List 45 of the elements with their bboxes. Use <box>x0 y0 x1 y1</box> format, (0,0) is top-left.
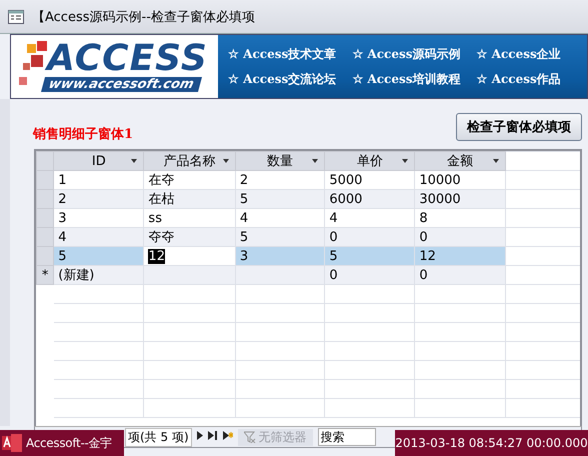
timestamp-badge: 2013-03-18 08:54:27 00:00.000 <box>395 430 588 456</box>
banner-link[interactable]: ☆ Access源码示例 <box>352 46 460 62</box>
last-record-icon[interactable] <box>208 431 218 443</box>
subform-label: 销售明细子窗体1 <box>33 126 134 143</box>
banner-link[interactable]: ☆ Access作品 <box>476 70 561 88</box>
banner-link[interactable]: ☆ Access技术文章 <box>228 46 336 62</box>
new-record-marker: * <box>42 268 48 282</box>
banner-link[interactable]: ☆ Access企业 <box>476 46 561 62</box>
table-cell: 夺夺 <box>144 228 236 246</box>
table-cell: (新建) <box>54 266 144 284</box>
column-header[interactable]: ID <box>54 152 144 170</box>
table-cell: 0 <box>324 228 415 246</box>
table-cell: 0 <box>414 266 506 284</box>
table-cell: 3 <box>235 246 325 266</box>
filter-icon <box>244 431 256 443</box>
search-field[interactable]: 搜索 <box>318 428 376 446</box>
check-required-button[interactable]: 检查子窗体必填项 <box>456 113 582 141</box>
banner-link[interactable]: ☆ Access培训教程 <box>352 70 460 88</box>
table-cell: 2 <box>54 190 144 208</box>
record-counter: 项(共 5 项) <box>125 428 192 446</box>
banner-link[interactable]: ☆ Access交流论坛 <box>228 70 336 88</box>
table-cell: 12 <box>414 246 506 266</box>
column-header[interactable]: 数量 <box>235 152 325 170</box>
table-cell: 在枯 <box>144 190 236 208</box>
table-cell: 4 <box>54 228 144 246</box>
window-title: 【Access源码示例--检查子窗体必填项 <box>32 8 255 26</box>
table-cell: 5 <box>324 246 415 266</box>
new-record-icon[interactable] <box>222 431 233 443</box>
column-header[interactable]: 单价 <box>324 152 415 170</box>
table-cell: 0 <box>414 228 506 246</box>
column-header[interactable]: 金额 <box>414 152 506 170</box>
column-header[interactable]: 产品名称 <box>144 152 236 170</box>
table-cell: 30000 <box>414 190 506 208</box>
form-icon <box>8 10 24 24</box>
table-cell: 12 <box>144 246 236 266</box>
table-cell: 5 <box>54 246 144 266</box>
next-record-icon[interactable] <box>196 431 203 443</box>
table-cell: 5 <box>235 190 325 208</box>
site-logo: ACCESS www.accessoft.com <box>11 35 218 98</box>
row-selector[interactable]: * <box>36 266 54 284</box>
author-badge: Accessoft--金宇 <box>0 430 124 456</box>
app-logo-icon <box>2 434 22 452</box>
table-cell: 5 <box>235 228 325 246</box>
table-cell: 0 <box>324 266 415 284</box>
table-cell: 6000 <box>324 190 415 208</box>
